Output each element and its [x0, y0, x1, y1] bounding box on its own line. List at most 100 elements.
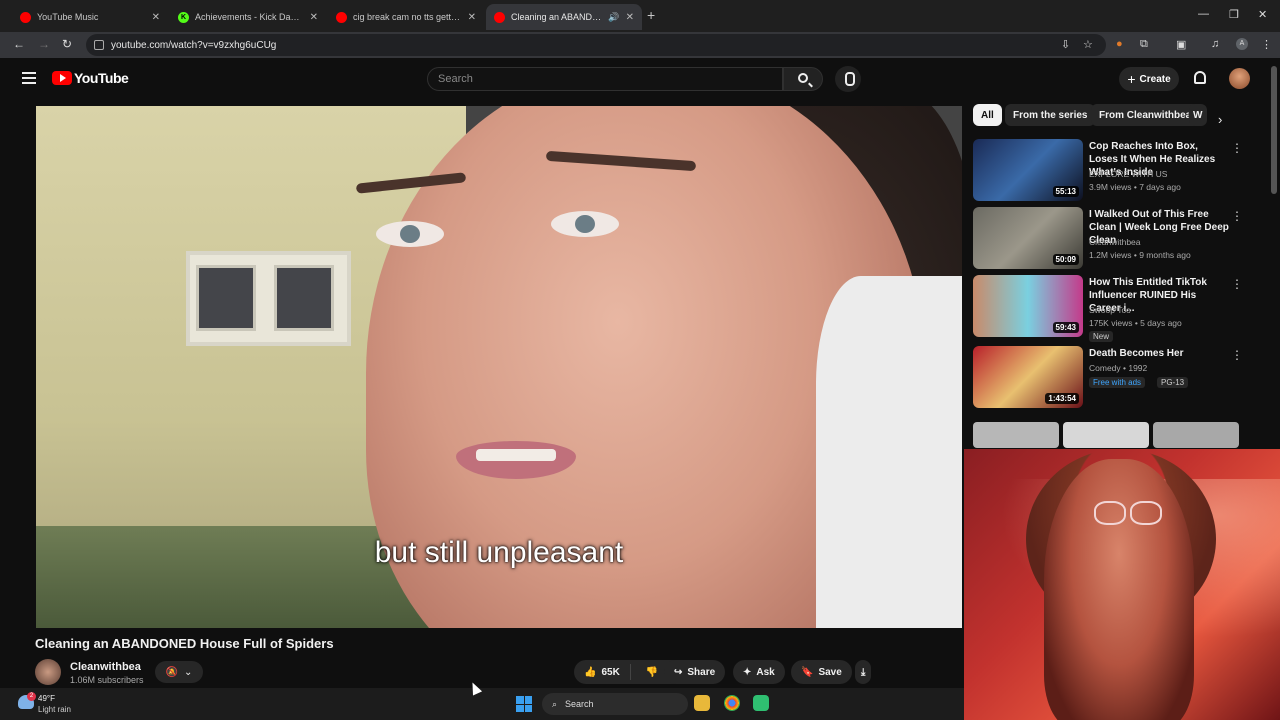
recommendation-item[interactable]: 1:43:54 Death Becomes Her Comedy • 1992 …	[973, 346, 1243, 410]
bookmark-star-icon[interactable]: ☆	[1083, 38, 1093, 51]
recommendation-item[interactable]: 50:09 I Walked Out of This Free Clean | …	[973, 207, 1243, 271]
download-icon: ⤓	[861, 666, 866, 678]
side-panel-icon[interactable]: ▣	[1176, 38, 1186, 51]
tab-title: Achievements - Kick Dashboard	[195, 12, 304, 22]
chip-from-channel[interactable]: From Cleanwithbea	[1091, 104, 1200, 126]
bookmark-icon: 🔖	[801, 666, 814, 678]
short-thumbnail[interactable]	[1153, 422, 1239, 448]
free-with-ads-badge: Free with ads	[1089, 377, 1146, 388]
video-thumbnail[interactable]: 1:43:54	[973, 346, 1083, 408]
tab-kick-dashboard[interactable]: K Achievements - Kick Dashboard ✕	[170, 4, 326, 30]
profile-icon[interactable]: A	[1236, 38, 1248, 50]
chevron-right-icon[interactable]: ›	[1218, 112, 1222, 127]
forward-arrow-icon[interactable]: →	[38, 37, 50, 51]
search-input[interactable]: Search	[427, 67, 783, 91]
install-app-icon[interactable]: ⇩	[1061, 38, 1070, 51]
short-thumbnail[interactable]	[973, 422, 1059, 448]
new-tab-plus-icon[interactable]: +	[647, 7, 655, 23]
notification-badge: 2	[27, 692, 36, 701]
close-tab-icon[interactable]: ✕	[310, 12, 318, 23]
search-placeholder: Search	[438, 73, 473, 85]
download-button[interactable]: ⤓	[855, 660, 872, 684]
subscriber-count: 1.06M subscribers	[70, 675, 144, 685]
tab-title: cig break cam no tts getting Ja	[353, 12, 462, 22]
tab-title: Cleaning an ABANDONED H	[511, 12, 602, 22]
share-label: Share	[687, 666, 716, 678]
recommendation-channel: Comedy • 1992	[1089, 363, 1148, 373]
create-label: Create	[1139, 73, 1171, 85]
recommendation-channel[interactable]: Swoop Too	[1089, 305, 1131, 315]
youtube-logo-icon[interactable]	[52, 71, 72, 85]
taskbar-search[interactable]: ⌕ Search	[542, 693, 688, 715]
search-icon	[798, 73, 808, 83]
recommendation-meta: 1.2M views • 9 months ago	[1089, 250, 1191, 260]
file-explorer-icon[interactable]	[694, 695, 710, 711]
recommendation-title[interactable]: Death Becomes Her	[1089, 347, 1229, 360]
create-button[interactable]: + Create	[1119, 67, 1179, 91]
search-button[interactable]	[783, 67, 823, 91]
extension-icon[interactable]: ●	[1116, 38, 1123, 50]
tab-cleaning-abandoned[interactable]: Cleaning an ABANDONED H 🔊 ✕	[486, 4, 642, 30]
tab-title: YouTube Music	[37, 12, 99, 22]
video-thumbnail[interactable]: 55:13	[973, 139, 1083, 201]
close-window-icon[interactable]: ✕	[1258, 8, 1267, 21]
recommendation-item[interactable]: 55:13 Cop Reaches Into Box, Loses It Whe…	[973, 139, 1243, 203]
save-button[interactable]: 🔖 Save	[791, 660, 852, 684]
close-tab-icon[interactable]: ✕	[626, 12, 634, 23]
back-arrow-icon[interactable]: ←	[13, 37, 25, 51]
more-actions-icon[interactable]: ⋮	[1231, 141, 1243, 155]
video-thumbnail[interactable]: 50:09	[973, 207, 1083, 269]
subscription-bell-button[interactable]: 🔕 ⌄	[155, 661, 203, 683]
channel-name[interactable]: Cleanwithbea	[70, 661, 141, 673]
close-tab-icon[interactable]: ✕	[468, 12, 476, 23]
like-button[interactable]: 👍 65K	[574, 664, 631, 680]
audio-playing-icon[interactable]: 🔊	[608, 12, 619, 23]
browser-menu-icon[interactable]: ⋮	[1261, 38, 1272, 51]
address-bar[interactable]: youtube.com/watch?v=v9zxhg6uCUg	[86, 34, 1106, 56]
tab-youtube-music[interactable]: YouTube Music ✕	[12, 4, 168, 30]
recommendation-item[interactable]: 59:43 How This Entitled TikTok Influence…	[973, 275, 1243, 342]
webcam-overlay	[964, 449, 1280, 720]
save-label: Save	[818, 666, 842, 678]
more-actions-icon[interactable]: ⋮	[1231, 348, 1243, 362]
youtube-wordmark[interactable]: YouTube	[74, 70, 129, 86]
video-frame-eye	[551, 211, 619, 237]
temperature: 49°F	[38, 694, 55, 703]
chrome-icon[interactable]	[724, 695, 740, 711]
chevron-down-icon: ⌄	[184, 666, 193, 678]
youtube-favicon-icon	[494, 11, 505, 23]
ask-label: Ask	[756, 666, 775, 678]
notifications-bell-icon[interactable]	[1194, 71, 1206, 84]
short-thumbnail[interactable]	[1063, 422, 1149, 448]
recommendation-channel[interactable]: Cleanwithbea	[1089, 237, 1141, 247]
share-button[interactable]: ↪ Share	[664, 660, 726, 684]
media-controls-icon[interactable]: ♫	[1211, 38, 1219, 50]
account-avatar[interactable]	[1229, 68, 1250, 89]
reload-icon[interactable]: ↻	[62, 37, 72, 51]
chip-from-series[interactable]: From the series	[1005, 104, 1096, 126]
thumbs-up-icon: 👍	[584, 666, 597, 678]
site-info-icon[interactable]	[94, 40, 104, 50]
streaming-app-icon[interactable]	[753, 695, 769, 711]
hamburger-menu-icon[interactable]	[22, 72, 36, 84]
page-scrollbar[interactable]	[1271, 66, 1277, 194]
windows-start-icon[interactable]	[516, 696, 532, 712]
close-tab-icon[interactable]: ✕	[152, 12, 160, 23]
video-player[interactable]: but still unpleasant	[36, 106, 962, 628]
restore-icon[interactable]: ❐	[1229, 8, 1239, 21]
duration-badge: 1:43:54	[1045, 393, 1079, 404]
minimize-icon[interactable]: —	[1198, 8, 1209, 20]
chip-all[interactable]: All	[973, 104, 1002, 126]
more-actions-icon[interactable]: ⋮	[1231, 277, 1243, 291]
chip-more[interactable]: W	[1189, 104, 1207, 126]
extensions-puzzle-icon[interactable]: ⧉	[1140, 38, 1148, 51]
ask-button[interactable]: ✦ Ask	[733, 660, 785, 684]
voice-search-microphone-icon[interactable]	[835, 66, 861, 92]
channel-avatar[interactable]	[35, 659, 61, 685]
recommendation-channel[interactable]: EXPLORE WITH US	[1089, 169, 1167, 179]
video-thumbnail[interactable]: 59:43	[973, 275, 1083, 337]
plus-icon: +	[1127, 71, 1136, 87]
tab-cig-break-cam[interactable]: cig break cam no tts getting Ja ✕	[328, 4, 484, 30]
more-actions-icon[interactable]: ⋮	[1231, 209, 1243, 223]
url-text: youtube.com/watch?v=v9zxhg6uCUg	[111, 39, 277, 51]
